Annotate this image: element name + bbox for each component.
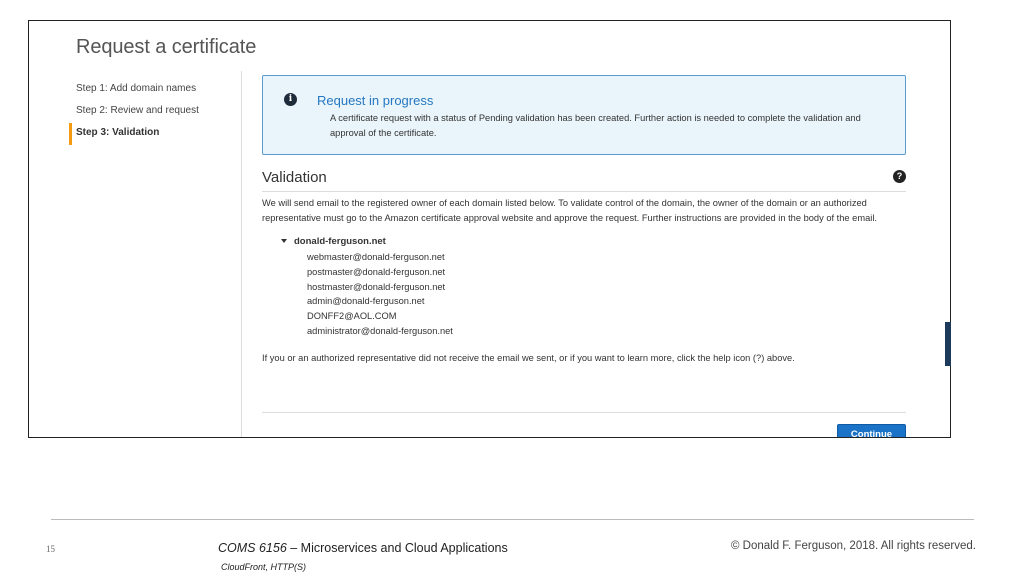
copyright-notice: © Donald F. Ferguson, 2018. All rights r… [731, 540, 976, 552]
alert-message: A certificate request with a status of P… [330, 113, 861, 138]
domain-toggle[interactable]: donald-ferguson.net [281, 235, 906, 249]
email-item: hostmaster@donald-ferguson.net [307, 281, 446, 292]
page-title: Request a certificate [76, 36, 257, 58]
continue-button[interactable]: Continue [837, 424, 906, 437]
alert-title: Request in progress [317, 93, 434, 108]
email-item: webmaster@donald-ferguson.net [307, 252, 445, 262]
info-icon: i [284, 93, 297, 106]
slide-number: 15 [46, 544, 55, 554]
step-review-and-request[interactable]: Step 2: Review and request [69, 101, 244, 123]
action-bar: Continue [262, 412, 906, 437]
email-item: administrator@donald-ferguson.net [307, 325, 453, 336]
side-panel-edge [945, 322, 951, 366]
validation-footnote: If you or an authorized representative d… [262, 352, 795, 363]
course-title: COMS 6156 – Microservices and Cloud Appl… [218, 541, 508, 555]
slide-subtitle: CloudFront, HTTP(S) [221, 562, 307, 572]
screenshot-frame: Request a certificate Step 1: Add domain… [28, 20, 951, 438]
validation-description: We will send email to the registered own… [262, 198, 877, 223]
validation-header: Validation ? [262, 168, 906, 192]
validation-title: Validation [262, 169, 327, 186]
step-validation[interactable]: Step 3: Validation [69, 123, 244, 145]
domain-group: donald-ferguson.net webmaster@donald-fer… [281, 235, 906, 339]
main-content: i Request in progress A certificate requ… [262, 75, 906, 437]
footer-divider [51, 519, 974, 520]
steps-divider [241, 71, 242, 437]
email-item: postmaster@donald-ferguson.net [307, 266, 446, 277]
caret-down-icon [281, 239, 287, 243]
email-item: DONFF2@AOL.COM [307, 311, 397, 322]
help-icon[interactable]: ? [893, 170, 906, 183]
step-add-domain-names[interactable]: Step 1: Add domain names [69, 79, 244, 101]
domain-name: donald-ferguson.net [294, 236, 386, 247]
wizard-steps: Step 1: Add domain names Step 2: Review … [69, 79, 244, 145]
course-code: COMS 6156 [218, 541, 287, 555]
email-list: webmaster@donald-ferguson.net postmaster… [307, 250, 906, 339]
request-in-progress-alert: i Request in progress A certificate requ… [262, 75, 906, 155]
email-item: admin@donald-ferguson.net [307, 296, 425, 307]
course-name: – Microservices and Cloud Applications [286, 541, 508, 555]
